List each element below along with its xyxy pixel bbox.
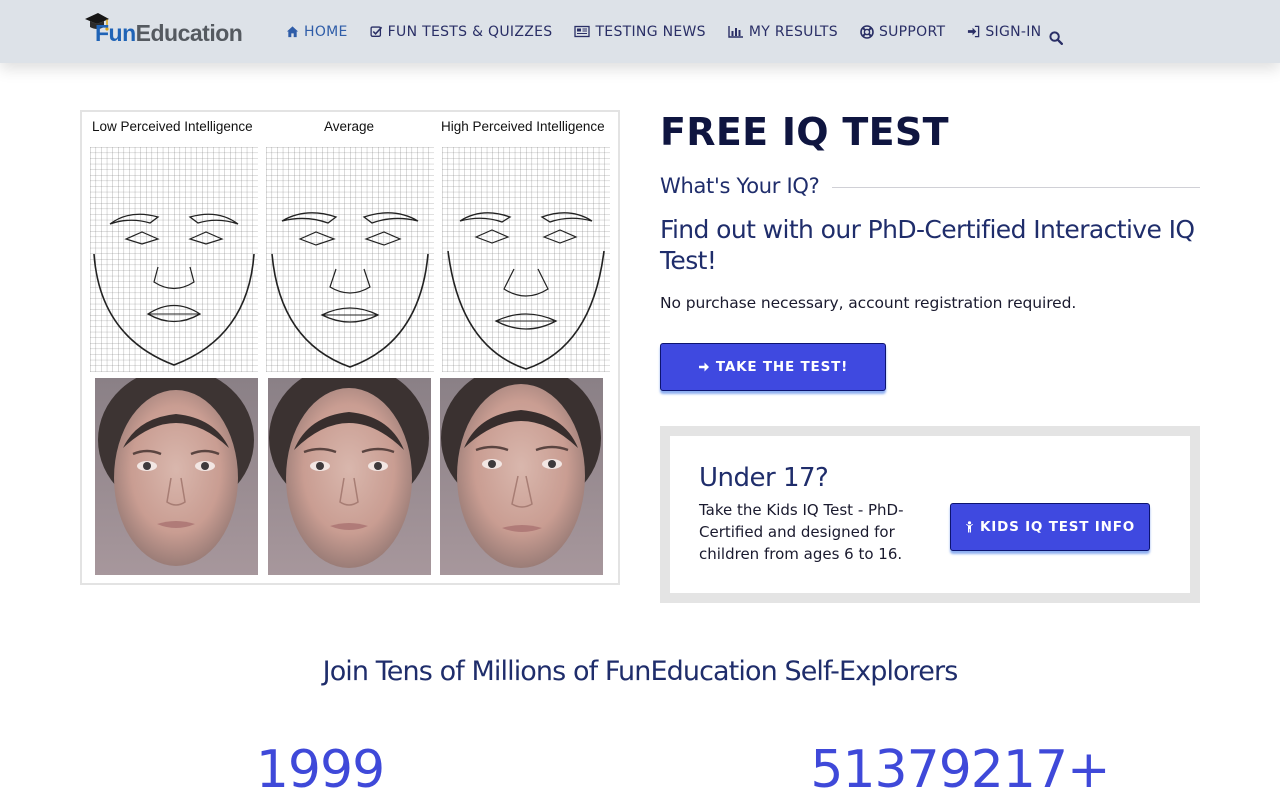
kids-test-panel: Under 17? Take the Kids IQ Test - PhD-Ce… — [660, 426, 1200, 603]
nav-item-label: MY RESULTS — [748, 23, 838, 40]
stat-tests-taken: 51379217+ — [810, 740, 1110, 800]
nav-item-label: FUN TESTS & QUIZZES — [387, 23, 553, 40]
kids-iq-test-info-button[interactable]: KIDS IQ TEST INFO — [950, 503, 1150, 551]
figure-label-average: Average — [324, 119, 375, 134]
nav-item-sign-in[interactable]: SIGN-IN — [967, 21, 1041, 43]
disclaimer-text: No purchase necessary, account registrat… — [660, 294, 1077, 312]
perceived-intelligence-figure: Low Perceived Intelligence Average High … — [80, 110, 620, 585]
sign-in-icon — [967, 25, 980, 38]
nav-item-fun-tests[interactable]: FUN TESTS & QUIZZES — [370, 21, 553, 43]
nav-item-label: SUPPORT — [878, 23, 946, 40]
nav-item-my-results[interactable]: MY RESULTS — [728, 21, 838, 43]
life-ring-icon — [860, 24, 874, 39]
take-the-test-button[interactable]: TAKE THE TEST! — [660, 343, 886, 391]
kids-iq-test-info-label: KIDS IQ TEST INFO — [980, 519, 1135, 535]
child-icon — [965, 521, 974, 533]
nav-item-home[interactable]: HOME — [286, 21, 348, 43]
top-navbar: FunEducation HOME FUN TESTS & QUIZZES TE… — [0, 0, 1280, 63]
subtitle-divider — [832, 187, 1200, 188]
kids-panel-title: Under 17? — [699, 463, 829, 493]
page-subtitle: What's Your IQ? — [660, 174, 820, 198]
page-tagline: Find out with our PhD-Certified Interact… — [660, 215, 1195, 275]
nav-item-label: SIGN-IN — [985, 23, 1042, 40]
figure-label-high: High Perceived Intelligence — [441, 119, 605, 134]
photo-face-average — [268, 378, 431, 575]
bar-chart-icon — [728, 25, 744, 38]
join-heading: Join Tens of Millions of FunEducation Se… — [322, 656, 959, 687]
stat-founded-year: 1999 — [255, 740, 385, 800]
main-menu: HOME FUN TESTS & QUIZZES TESTING NEWS MY… — [286, 0, 1063, 63]
kids-panel-text: Take the Kids IQ Test - PhD-Certified an… — [699, 501, 904, 563]
nav-item-label: TESTING NEWS — [595, 23, 706, 40]
photo-face-low — [95, 378, 258, 575]
arrow-right-icon — [698, 361, 710, 373]
logo-education-text: Education — [135, 20, 243, 46]
check-square-icon — [370, 25, 383, 38]
nav-item-testing-news[interactable]: TESTING NEWS — [574, 21, 706, 43]
grid-face-average — [266, 147, 434, 372]
logo-fun-text: Fun — [95, 20, 136, 46]
page-title: FREE IQ TEST — [660, 110, 949, 154]
grid-face-low — [90, 147, 258, 372]
search-button[interactable] — [1049, 31, 1064, 46]
home-icon — [286, 25, 299, 38]
grid-face-high — [442, 147, 610, 372]
photo-face-high — [440, 378, 603, 575]
nav-item-label: HOME — [304, 23, 348, 40]
take-the-test-label: TAKE THE TEST! — [715, 359, 849, 375]
figure-label-low: Low Perceived Intelligence — [92, 119, 253, 134]
search-icon — [1049, 31, 1064, 46]
newspaper-icon — [574, 25, 591, 38]
logo-wordmark: FunEducation — [95, 20, 243, 47]
site-logo[interactable]: FunEducation — [84, 10, 244, 46]
nav-item-support[interactable]: SUPPORT — [860, 21, 945, 43]
